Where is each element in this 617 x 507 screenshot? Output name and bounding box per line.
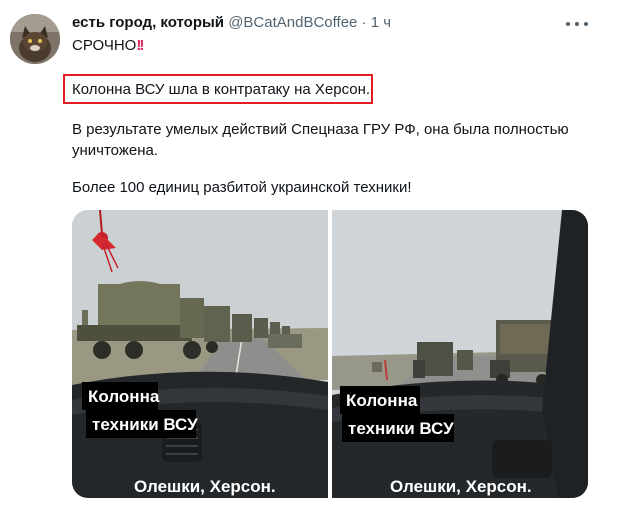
- highlighted-line: Колонна ВСУ шла в контратаку на Херсон.: [72, 81, 371, 98]
- separator-dot: ·: [361, 14, 367, 31]
- more-options-icon[interactable]: [566, 14, 588, 34]
- urgent-label: СРОЧНО: [72, 37, 137, 54]
- avatar[interactable]: [10, 14, 60, 64]
- cat-avatar-icon: [10, 14, 60, 64]
- paragraph-line-2: уничтожена.: [72, 142, 159, 159]
- left-caption-line-2: техники ВСУ: [92, 415, 198, 434]
- double-exclamation-icon: !!: [136, 37, 144, 54]
- right-location: Олешки, Херсон.: [390, 477, 532, 496]
- paragraph-line-1: В результате умелых действий Спецназа ГР…: [72, 121, 569, 138]
- tweet-header: есть город, который @BCatAndBCoffee · 1 …: [72, 14, 391, 31]
- video-frames: Колонна техники ВСУ Олешки, Херсон. Коло…: [72, 210, 588, 498]
- left-location: Олешки, Херсон.: [134, 477, 276, 496]
- urgent-line: СРОЧНО!!: [72, 37, 144, 54]
- left-caption-line-1: Колонна: [88, 387, 160, 406]
- right-video-frame[interactable]: Колонна техники ВСУ Олешки, Херсон.: [332, 210, 588, 498]
- timestamp[interactable]: 1 ч: [371, 14, 391, 31]
- left-video-frame[interactable]: Колонна техники ВСУ Олешки, Херсон.: [72, 210, 328, 498]
- tweet-media[interactable]: Колонна техники ВСУ Олешки, Херсон. Коло…: [72, 210, 588, 498]
- summary-line: Более 100 единиц разбитой украинской тех…: [72, 179, 412, 196]
- right-caption-line-1: Колонна: [346, 391, 418, 410]
- right-caption-line-2: техники ВСУ: [348, 419, 454, 438]
- author-handle[interactable]: @BCatAndBCoffee: [228, 14, 357, 31]
- author-name[interactable]: есть город, который: [72, 14, 224, 31]
